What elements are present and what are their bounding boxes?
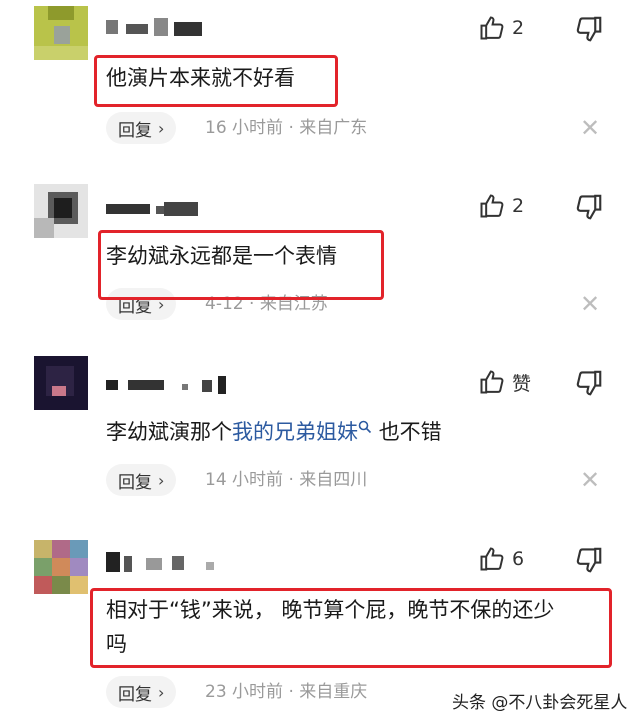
watermark: 头条 @不八卦会死星人 (452, 693, 628, 713)
thumbs-down-icon (576, 370, 602, 396)
comment-location: 来自四川 (299, 470, 368, 490)
comment-text-line1: 相对于“钱”来说， 晚节算个屁，晚节不保的还少 (106, 598, 555, 622)
avatar[interactable] (34, 6, 88, 60)
comment-text-after: 也不错 (378, 420, 442, 444)
reply-button[interactable]: 回复 › (106, 464, 177, 496)
thumbs-down-icon (576, 194, 602, 220)
meta-separator: · (288, 118, 294, 138)
comment-time: 23 小时前 (205, 682, 284, 702)
like-button[interactable]: 6 (478, 545, 524, 573)
meta-separator: · (288, 682, 294, 702)
comment-text: 李幼斌演那个我的兄弟姐妹 也不错 (106, 416, 442, 448)
dislike-button[interactable] (574, 192, 604, 226)
avatar[interactable] (34, 356, 88, 410)
reply-label: 回复 (118, 472, 152, 493)
thumbs-down-icon (576, 16, 602, 42)
thumbs-up-icon (480, 16, 504, 40)
search-icon[interactable] (358, 420, 372, 434)
like-label: 赞 (512, 372, 532, 395)
chevron-right-icon: › (158, 470, 165, 490)
comment-location: 来自广东 (299, 118, 368, 138)
like-count: 2 (512, 17, 525, 39)
comment-time: 14 小时前 (205, 470, 284, 490)
avatar[interactable] (34, 540, 88, 594)
thumbs-up-icon (480, 547, 504, 571)
comment-text: 他演片本来就不好看 (106, 66, 295, 90)
like-button[interactable]: 赞 (478, 368, 531, 396)
highlight-box (98, 230, 384, 300)
close-icon[interactable]: ✕ (580, 464, 600, 496)
dislike-button[interactable] (574, 368, 604, 402)
reply-button[interactable]: 回复 › (106, 112, 177, 144)
chevron-right-icon: › (158, 118, 165, 138)
like-button[interactable]: 2 (478, 192, 524, 220)
reply-label: 回复 (118, 120, 152, 141)
comment-meta: 23 小时前 · 来自重庆 (205, 676, 367, 708)
dislike-button[interactable] (574, 14, 604, 48)
comment-meta: 16 小时前 · 来自广东 (205, 112, 367, 144)
like-count: 2 (512, 195, 525, 217)
chevron-right-icon: › (158, 682, 165, 702)
close-icon[interactable]: ✕ (580, 288, 600, 320)
search-link[interactable]: 我的兄弟姐妹 (232, 420, 358, 444)
close-icon[interactable]: ✕ (580, 112, 600, 144)
thumbs-up-icon (480, 370, 504, 394)
like-button[interactable]: 2 (478, 14, 524, 42)
avatar[interactable] (34, 184, 88, 238)
reply-button[interactable]: 回复 › (106, 676, 177, 708)
comment-location: 来自重庆 (299, 682, 368, 702)
thumbs-up-icon (480, 194, 504, 218)
comment-text-line2: 吗 (106, 632, 127, 656)
comment-time: 16 小时前 (205, 118, 284, 138)
comment-meta: 14 小时前 · 来自四川 (205, 464, 367, 496)
dislike-button[interactable] (574, 545, 604, 579)
like-count: 6 (512, 548, 525, 570)
meta-separator: · (288, 470, 294, 490)
comment-text-before: 李幼斌演那个 (106, 420, 232, 444)
reply-label: 回复 (118, 684, 152, 705)
thumbs-down-icon (576, 547, 602, 573)
